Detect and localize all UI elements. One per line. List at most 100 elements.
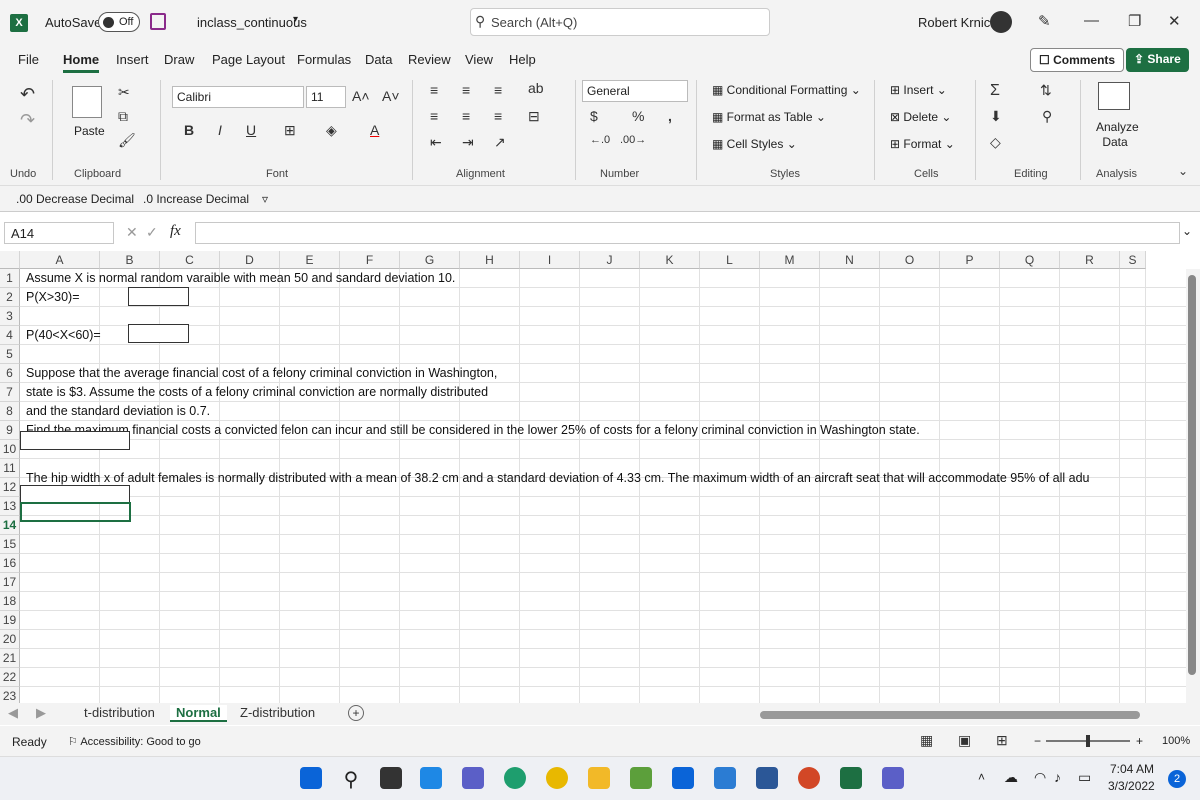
powerpoint-icon[interactable] [798,767,820,789]
analyze-data-button[interactable]: Analyze Data [1096,120,1139,150]
edge-icon[interactable] [504,767,526,789]
align-top-icon[interactable]: ≡ [430,82,438,98]
row-header-11[interactable]: 11 [0,459,20,478]
row-header-14[interactable]: 14 [0,516,20,535]
scroll-tabs-left-icon[interactable]: ◀ [8,705,18,721]
row-header-7[interactable]: 7 [0,383,20,402]
row-header-1[interactable]: 1 [0,269,20,288]
increase-indent-icon[interactable]: ⇥ [462,134,474,151]
column-header-p[interactable]: P [940,251,1000,269]
minimize-icon[interactable]: — [1084,12,1099,29]
horizontal-scroll-thumb[interactable] [760,711,1140,719]
column-header-e[interactable]: E [280,251,340,269]
row-header-5[interactable]: 5 [0,345,20,364]
row-header-19[interactable]: 19 [0,611,20,630]
file-name[interactable]: inclass_continuous [197,15,307,30]
paste-icon[interactable] [72,86,102,118]
save-icon[interactable] [150,13,166,30]
decrease-decimal-button[interactable]: .00 Decrease Decimal [16,192,134,206]
zoom-app-icon[interactable] [714,767,736,789]
tab-t-distribution[interactable]: t-distribution [84,705,155,720]
column-header-b[interactable]: B [100,251,160,269]
font-size-dropdown[interactable]: 11 [306,86,346,108]
row-header-6[interactable]: 6 [0,364,20,383]
insert-cells-button[interactable]: ⊞ Insert ⌄ [890,83,947,97]
percent-icon[interactable]: % [632,108,644,124]
wrap-text-icon[interactable]: ab [528,80,544,96]
answer-cell-c2[interactable] [128,287,189,306]
column-header-h[interactable]: H [460,251,520,269]
cell-a9[interactable]: Find the maximum financial costs a convi… [26,421,920,439]
page-layout-view-icon[interactable]: ▣ [958,732,971,749]
row-header-8[interactable]: 8 [0,402,20,421]
column-header-k[interactable]: K [640,251,700,269]
row-header-18[interactable]: 18 [0,592,20,611]
row-header-22[interactable]: 22 [0,668,20,687]
answer-cell-a10[interactable] [20,431,130,450]
show-hidden-icons-icon[interactable]: ˄ [978,770,985,784]
spreadsheet-grid[interactable]: ABCDEFGHIJKLMNOPQRS 1 2 3 4 5 6 7 8 9 10 11 12 13 14 1… [0,251,1200,703]
column-header-d[interactable]: D [220,251,280,269]
autosum-icon[interactable]: Σ [990,82,1000,100]
tab-normal[interactable]: Normal [170,705,227,722]
increase-font-size-icon[interactable]: A˄ [352,88,370,104]
cell-a2[interactable]: P(X>30)= [26,288,80,306]
zoom-out-icon[interactable]: − [1034,734,1041,748]
excel-taskbar-icon[interactable] [840,767,862,789]
name-box[interactable]: A14 [4,222,114,244]
increase-decimal-icon[interactable]: ←.0 [590,134,610,146]
teams-chat-icon[interactable] [462,767,484,789]
column-header-g[interactable]: G [400,251,460,269]
row-header-20[interactable]: 20 [0,630,20,649]
widgets-icon[interactable] [420,767,442,789]
comma-style-icon[interactable]: , [668,108,672,124]
cell-a6[interactable]: Suppose that the average financial cost … [26,364,497,382]
column-header-q[interactable]: Q [1000,251,1060,269]
tab-z-distribution[interactable]: Z-distribution [240,705,315,720]
number-format-dropdown[interactable]: General [582,80,688,102]
cell-a7[interactable]: state is $3. Assume the costs of a felon… [26,383,488,401]
decrease-indent-icon[interactable]: ⇤ [430,134,442,151]
zoom-slider-thumb[interactable] [1086,735,1090,747]
font-name-dropdown[interactable]: Calibri [172,86,304,108]
avatar[interactable] [990,11,1012,33]
decrease-font-size-icon[interactable]: A˅ [382,88,400,104]
teams-icon[interactable] [882,767,904,789]
close-icon[interactable]: ✕ [1168,12,1181,30]
word-icon[interactable] [756,767,778,789]
column-header-l[interactable]: L [700,251,760,269]
center-icon[interactable]: ≡ [462,108,470,124]
cell-styles-button[interactable]: ▦ Cell Styles ⌄ [712,137,797,151]
merge-center-icon[interactable]: ⊟ [528,108,540,125]
conditional-formatting-button[interactable]: ▦ Conditional Formatting ⌄ [712,83,861,97]
cell-a4[interactable]: P(40<X<60)= [26,326,101,344]
delete-cells-button[interactable]: ⊠ Delete ⌄ [890,110,951,124]
column-header-f[interactable]: F [340,251,400,269]
file-explorer-icon[interactable] [588,767,610,789]
cell-a8[interactable]: and the standard deviation is 0.7. [26,402,210,420]
chrome-icon[interactable] [546,767,568,789]
format-as-table-button[interactable]: ▦ Format as Table ⌄ [712,110,826,124]
menu-data[interactable]: Data [365,52,392,67]
row-header-16[interactable]: 16 [0,554,20,573]
menu-page-layout[interactable]: Page Layout [212,52,285,67]
chevron-down-icon[interactable]: ▾ [293,14,298,25]
row-header-17[interactable]: 17 [0,573,20,592]
format-cells-button[interactable]: ⊞ Format ⌄ [890,137,955,151]
scroll-tabs-right-icon[interactable]: ▶ [36,705,46,721]
restore-icon[interactable]: ❐ [1128,12,1141,30]
column-header-j[interactable]: J [580,251,640,269]
volume-icon[interactable]: ♪ [1054,769,1061,785]
menu-help[interactable]: Help [509,52,536,67]
accessibility-status[interactable]: ⚐ Accessibility: Good to go [68,735,201,748]
clock-time[interactable]: 7:04 AM [1110,762,1154,776]
format-painter-icon[interactable]: 🖌 [118,132,136,149]
active-cell-a14[interactable] [20,502,131,522]
menu-review[interactable]: Review [408,52,451,67]
menu-file[interactable]: File [18,52,39,67]
align-right-icon[interactable]: ≡ [494,108,502,124]
currency-icon[interactable]: $ [590,108,598,124]
decrease-decimal-icon[interactable]: .00→ [620,134,646,146]
search-box[interactable]: ⚲ Search (Alt+Q) [470,8,770,36]
redo-icon[interactable]: ↷ [20,110,35,131]
